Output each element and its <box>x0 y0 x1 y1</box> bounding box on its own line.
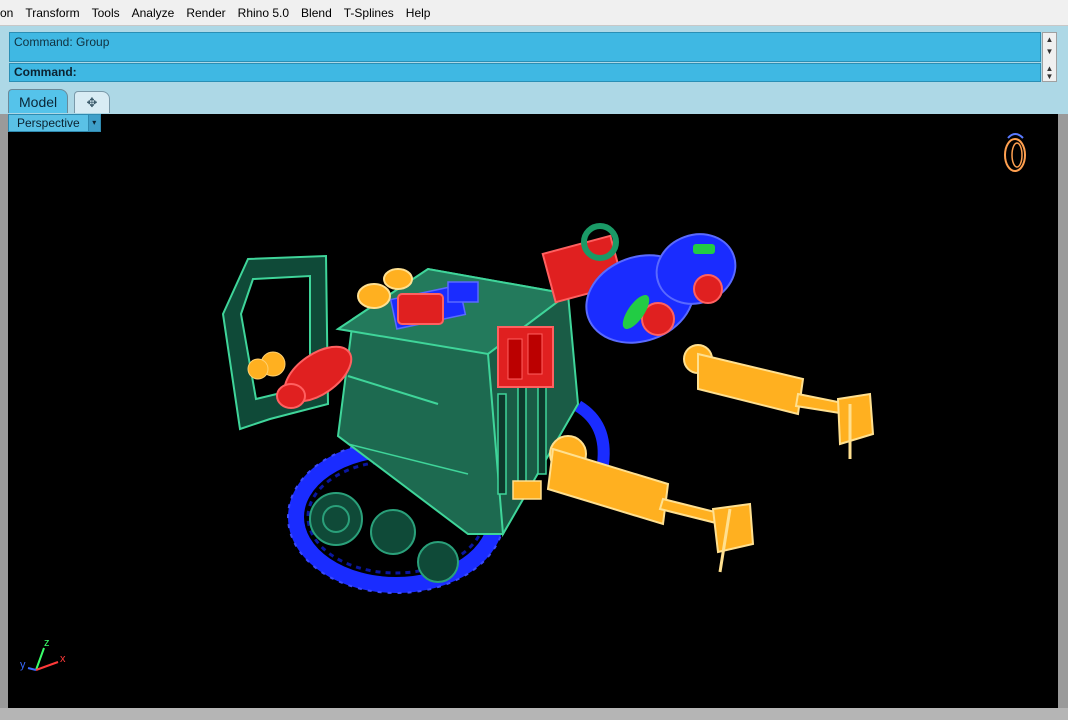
yellow-knob <box>383 268 413 290</box>
chevron-down-icon[interactable]: ▼ <box>1043 46 1056 58</box>
axis-y-label: y <box>20 659 26 671</box>
menu-item-tools[interactable]: Tools <box>86 0 126 26</box>
right-arm <box>683 344 875 459</box>
navigation-gumball-icon[interactable] <box>1004 133 1026 172</box>
menu-item-rhino5[interactable]: Rhino 5.0 <box>232 0 295 26</box>
status-strip <box>0 708 1068 720</box>
viewport-name-label[interactable]: Perspective <box>8 114 89 132</box>
side-door-panel <box>221 254 330 431</box>
command-prompt-input[interactable]: Command: <box>9 63 1041 82</box>
chevron-down-icon[interactable]: ▾ <box>88 114 101 132</box>
command-scrollbar[interactable]: ▲ ▼ ▲ ▼ <box>1042 32 1057 82</box>
menu-item-analyze[interactable]: Analyze <box>126 0 181 26</box>
top-red-block <box>397 293 444 325</box>
command-area: Command: Group Command: ▲ ▼ ▲ ▼ <box>0 26 1068 86</box>
viewport-title: Perspective ▾ <box>8 114 101 132</box>
menu-bar: on Transform Tools Analyze Render Rhino … <box>0 0 1068 26</box>
chevron-up-icon[interactable]: ▲ <box>1043 34 1056 46</box>
menu-item-tsplines[interactable]: T-Splines <box>338 0 400 26</box>
menu-item-help[interactable]: Help <box>400 0 437 26</box>
left-arm <box>512 435 755 573</box>
viewport-frame: Perspective ▾ z x y <box>0 114 1068 720</box>
model-scene: z x y <box>20 133 1026 671</box>
axis-z-label: z <box>44 637 50 649</box>
top-plate <box>447 281 479 303</box>
yellow-knob <box>357 283 391 309</box>
menu-item-blend[interactable]: Blend <box>295 0 338 26</box>
axis-x-label: x <box>60 653 66 665</box>
front-red-panel <box>497 326 554 388</box>
head-eyes <box>541 223 737 344</box>
chevron-down-icon[interactable]: ▼ <box>1043 71 1056 83</box>
command-history: Command: Group <box>9 32 1041 62</box>
menu-item-transform[interactable]: Transform <box>19 0 85 26</box>
menu-item-file[interactable]: on <box>0 0 19 26</box>
menu-item-render[interactable]: Render <box>180 0 231 26</box>
axis-indicator: z x y <box>20 637 66 671</box>
viewport-tab-bar: Model ✥ <box>0 86 1068 114</box>
tab-model[interactable]: Model <box>8 89 69 113</box>
plus-icon: ✥ <box>86 95 98 110</box>
add-tab-button[interactable]: ✥ <box>74 91 110 113</box>
perspective-viewport[interactable]: Perspective ▾ z x y <box>8 114 1058 708</box>
